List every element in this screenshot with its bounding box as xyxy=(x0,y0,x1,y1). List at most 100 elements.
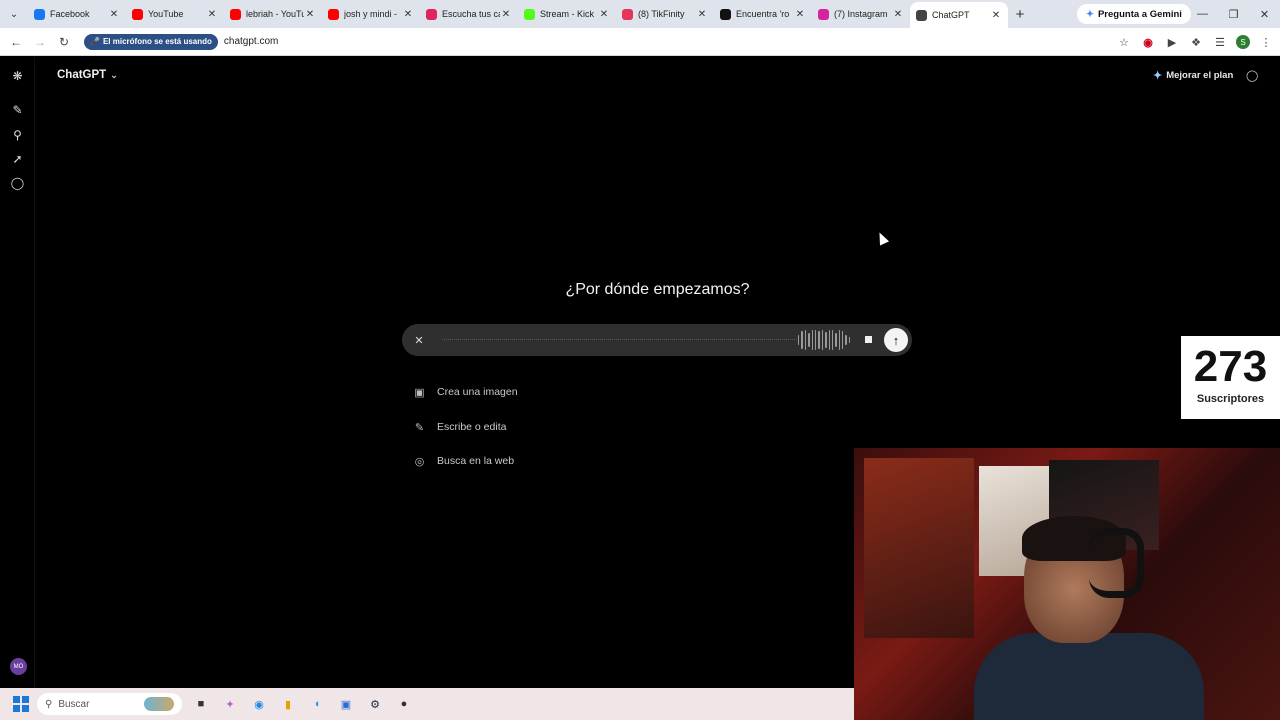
copilot-icon[interactable]: ✦ xyxy=(220,694,240,714)
user-avatar[interactable]: MO xyxy=(10,658,27,675)
back-icon[interactable]: ← xyxy=(4,28,28,56)
steam-icon[interactable]: ⚙ xyxy=(365,694,385,714)
suggestion-item[interactable]: ✎ Escribe o edita xyxy=(413,419,507,435)
instagram-icon xyxy=(818,8,829,20)
waveform-bar xyxy=(831,330,834,350)
reload-icon[interactable]: ↻ xyxy=(52,28,76,56)
tab-search-icon[interactable]: ⌄ xyxy=(0,0,28,28)
model-selector[interactable]: ChatGPT ⌄ xyxy=(57,69,118,81)
screen: ⌄ Facebook ✕ YouTube ✕ lebriah - YouTu ✕ josh … xyxy=(0,0,1280,720)
youtube-icon xyxy=(132,8,143,20)
suggestion-label: Escribe o edita xyxy=(437,421,507,433)
browser-tab[interactable]: Escucha tus ca ✕ xyxy=(420,0,518,28)
taskbar-search-placeholder: Buscar xyxy=(58,698,90,710)
windows-taskbar: ⚲ Buscar ■ ✦ ◉ ▮ ◖ ▣ ⚙ ● xyxy=(0,688,854,720)
gemini-icon: ✦ xyxy=(1086,8,1094,20)
browser-tab[interactable]: josh y mindi - ✕ xyxy=(322,0,420,28)
file-explorer-icon[interactable]: ▮ xyxy=(278,694,298,714)
openai-logo-icon[interactable]: ❋ xyxy=(10,68,25,83)
gemini-button[interactable]: ✦ Pregunta a Gemini xyxy=(1077,4,1191,24)
close-tab-icon[interactable]: ✕ xyxy=(598,9,610,20)
edge-icon[interactable]: ◖ xyxy=(307,694,327,714)
waveform-baseline xyxy=(442,339,797,340)
tab-title: Escucha tus ca xyxy=(442,9,500,19)
search-highlight-icon xyxy=(144,697,174,711)
tab-title: ChatGPT xyxy=(932,10,970,20)
close-tab-icon[interactable]: ✕ xyxy=(108,9,120,20)
audio-waveform xyxy=(798,330,851,350)
waveform-bar xyxy=(838,330,841,350)
subscriber-count: 273 xyxy=(1193,342,1268,391)
forward-icon[interactable]: → xyxy=(28,28,52,56)
model-name-label: ChatGPT xyxy=(57,69,107,81)
bookmark-star-icon[interactable]: ☆ xyxy=(1116,34,1132,50)
close-tab-icon[interactable]: ✕ xyxy=(990,10,1002,21)
waveform-bar xyxy=(811,330,813,350)
tab-title: josh y mindi - xyxy=(344,9,398,19)
close-window-icon[interactable]: ✕ xyxy=(1249,0,1280,28)
suggestion-item[interactable]: ◎ Busca en la web xyxy=(413,453,514,469)
browser-tab[interactable]: (7) Instagram ✕ xyxy=(812,0,910,28)
extensions-puzzle-icon[interactable]: ❖ xyxy=(1188,34,1204,50)
new-chat-icon[interactable]: ✎ xyxy=(10,102,25,117)
store-icon[interactable]: ▣ xyxy=(336,694,356,714)
browser-menu-icon[interactable]: ⋮ xyxy=(1258,34,1274,50)
browser-tab[interactable]: YouTube ✕ xyxy=(126,0,224,28)
taskbar-search[interactable]: ⚲ Buscar xyxy=(37,693,182,715)
close-tab-icon[interactable]: ✕ xyxy=(402,9,414,20)
task-view-icon[interactable]: ■ xyxy=(191,694,211,714)
app-icon[interactable]: ● xyxy=(394,694,414,714)
browser-tab[interactable]: Stream - Kick ✕ xyxy=(518,0,616,28)
address-bar[interactable]: chatgpt.com xyxy=(224,36,278,47)
browser-tab[interactable]: Encuentra 'ro ✕ xyxy=(714,0,812,28)
mic-in-use-chip[interactable]: 🎤 El micrófono se está usando xyxy=(84,33,218,50)
browser-tab[interactable]: Facebook ✕ xyxy=(28,0,126,28)
chrome-icon[interactable]: ◉ xyxy=(249,694,269,714)
profile-avatar-icon[interactable]: S xyxy=(1236,35,1250,49)
browser-tab-strip: ⌄ Facebook ✕ YouTube ✕ lebriah - YouTu ✕ josh … xyxy=(0,0,1280,28)
waveform-bar xyxy=(845,335,847,345)
tab-title: YouTube xyxy=(148,9,184,19)
pin-icon[interactable]: ➚ xyxy=(10,151,25,166)
close-tab-icon[interactable]: ✕ xyxy=(304,9,316,20)
streamer-body xyxy=(974,633,1204,720)
opera-extension-icon[interactable]: ◉ xyxy=(1140,34,1156,50)
chatgpt-icon xyxy=(916,9,927,21)
tab-title: Stream - Kick xyxy=(540,9,595,19)
browser-tab[interactable]: lebriah - YouTu ✕ xyxy=(224,0,322,28)
arrow-up-icon: ↑ xyxy=(892,332,900,348)
facebook-icon xyxy=(34,8,45,20)
globe-icon: ◎ xyxy=(414,455,425,468)
windows-start-icon[interactable] xyxy=(13,696,29,712)
close-tab-icon[interactable]: ✕ xyxy=(500,9,512,20)
tab-title: (7) Instagram xyxy=(834,9,888,19)
media-extension-icon[interactable]: ▶ xyxy=(1164,34,1180,50)
search-chats-icon[interactable]: ⚲ xyxy=(10,127,25,142)
close-tab-icon[interactable]: ✕ xyxy=(892,9,904,20)
stop-recording-button[interactable] xyxy=(862,333,875,346)
youtube-icon xyxy=(230,8,241,20)
send-button[interactable]: ↑ xyxy=(884,328,908,352)
new-tab-button[interactable]: + xyxy=(1008,6,1032,23)
waveform-bar xyxy=(801,331,803,349)
waveform-bar xyxy=(848,337,851,343)
chat-bubble-icon[interactable]: ◯ xyxy=(10,175,25,190)
minimize-icon[interactable]: — xyxy=(1187,0,1218,28)
close-tab-icon[interactable]: ✕ xyxy=(794,9,806,20)
suggestion-item[interactable]: ▣ Crea una imagen xyxy=(413,384,518,400)
close-tab-icon[interactable]: ✕ xyxy=(206,9,218,20)
suggestion-label: Busca en la web xyxy=(437,455,515,467)
toolbar-actions: ☆ ◉ ▶ ❖ ☰ S ⋮ xyxy=(1116,28,1274,56)
restore-icon[interactable]: ❐ xyxy=(1218,0,1249,28)
waveform-bar xyxy=(835,333,837,347)
subscriber-label: Suscriptores xyxy=(1196,393,1265,405)
temporary-chat-icon[interactable]: ◯ xyxy=(1246,69,1258,82)
upgrade-plan-button[interactable]: ✦ Mejorar el plan xyxy=(1153,69,1233,82)
suggestion-label: Crea una imagen xyxy=(437,386,518,398)
browser-tab[interactable]: (8) TikFinity ✕ xyxy=(616,0,714,28)
waveform-bar xyxy=(798,335,800,345)
close-tab-icon[interactable]: ✕ xyxy=(696,9,708,20)
browser-tab[interactable]: ChatGPT ✕ xyxy=(910,2,1008,28)
cancel-dictation-icon[interactable]: ✕ xyxy=(411,332,427,348)
media-control-icon[interactable]: ☰ xyxy=(1212,34,1228,50)
